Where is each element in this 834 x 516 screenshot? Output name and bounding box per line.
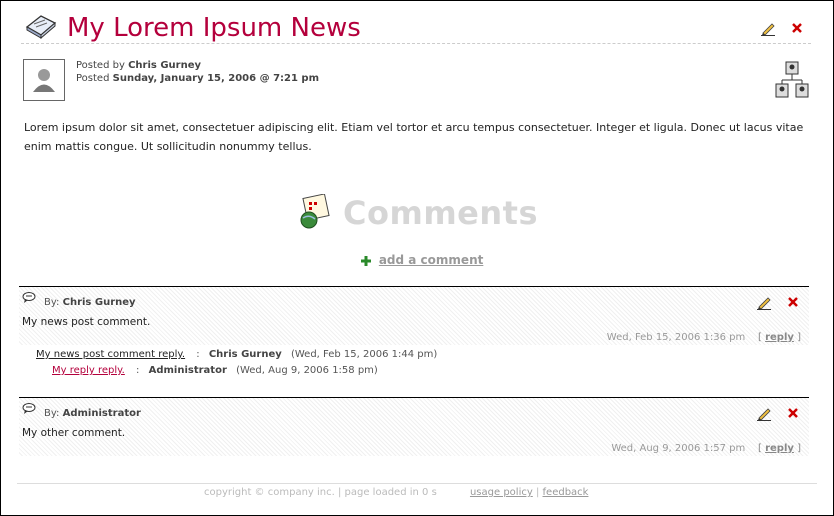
add-comment-link[interactable]: add a comment [379, 253, 484, 267]
comment-text: My news post comment. [22, 316, 151, 328]
reply-author: Administrator [148, 365, 227, 376]
page-title: My Lorem Ipsum News [67, 13, 361, 43]
page-frame: My Lorem Ipsum News Posted by Chris Gurn… [0, 0, 834, 516]
comment-author: Chris Gurney [62, 297, 136, 308]
comment-item: By: Chris Gurney My news post comment. W… [19, 286, 809, 345]
pencil-icon[interactable] [756, 405, 772, 421]
post-meta: Posted by Chris Gurney Posted Sunday, Ja… [76, 59, 319, 85]
reply-date: (Wed, Aug 9, 2006 1:58 pm) [236, 365, 378, 376]
posted-label: Posted [76, 73, 110, 84]
plus-icon [361, 255, 371, 266]
delete-icon[interactable] [789, 20, 805, 36]
org-chart-icon[interactable] [775, 61, 809, 99]
pencil-icon[interactable] [756, 294, 772, 310]
pencil-icon[interactable] [760, 20, 776, 36]
comment-meta: Wed, Feb 15, 2006 1:36 pm [ reply ] [606, 332, 801, 343]
speech-bubble-icon [22, 403, 36, 414]
post-body: Lorem ipsum dolor sit amet, consectetuer… [24, 121, 804, 153]
footer-divider [17, 483, 817, 484]
usage-policy-link[interactable]: usage policy [470, 487, 533, 498]
speech-bubble-icon [22, 292, 36, 303]
news-icon [25, 15, 57, 39]
comment-byline: By: Chris Gurney [44, 297, 136, 308]
reply-link[interactable]: reply [765, 332, 794, 343]
comment-meta: Wed, Aug 9, 2006 1:57 pm [ reply ] [611, 443, 801, 454]
by-label: By: [44, 408, 60, 419]
avatar[interactable] [23, 59, 65, 101]
comment-byline: By: Administrator [44, 408, 141, 419]
by-label: By: [44, 297, 60, 308]
comments-heading: Comments [343, 194, 538, 232]
feedback-link[interactable]: feedback [543, 487, 589, 498]
reply-item: My reply reply. : Administrator (Wed, Au… [52, 365, 378, 376]
reply-link-text[interactable]: My reply reply. [52, 365, 125, 376]
title-row: My Lorem Ipsum News [21, 11, 811, 44]
copyright-text: copyright © company inc. | page loaded i… [204, 487, 437, 498]
comment-item: By: Administrator My other comment. Wed,… [19, 397, 809, 456]
reply-link-text[interactable]: My news post comment reply. [36, 349, 185, 360]
comment-author: Administrator [62, 408, 141, 419]
comment-text: My other comment. [22, 427, 126, 439]
delete-icon[interactable] [785, 405, 801, 421]
delete-icon[interactable] [785, 294, 801, 310]
posted-by-label: Posted by [76, 60, 125, 71]
reply-item: My news post comment reply. : Chris Gurn… [36, 349, 438, 360]
comment-actions [748, 291, 801, 310]
post-actions [752, 17, 805, 36]
comments-icon [300, 194, 330, 229]
footer: copyright © company inc. | page loaded i… [204, 487, 589, 498]
comment-actions [748, 402, 801, 421]
post-date: Sunday, January 15, 2006 @ 7:21 pm [112, 73, 319, 84]
reply-date: (Wed, Feb 15, 2006 1:44 pm) [290, 349, 438, 360]
user-icon [33, 69, 55, 92]
reply-author: Chris Gurney [208, 349, 282, 360]
comments-header: Comments [297, 194, 557, 234]
comment-date: Wed, Aug 9, 2006 1:57 pm [611, 443, 746, 454]
add-comment: add a comment [361, 253, 483, 267]
post-author: Chris Gurney [128, 60, 201, 71]
comment-date: Wed, Feb 15, 2006 1:36 pm [606, 332, 746, 343]
reply-link[interactable]: reply [765, 443, 794, 454]
